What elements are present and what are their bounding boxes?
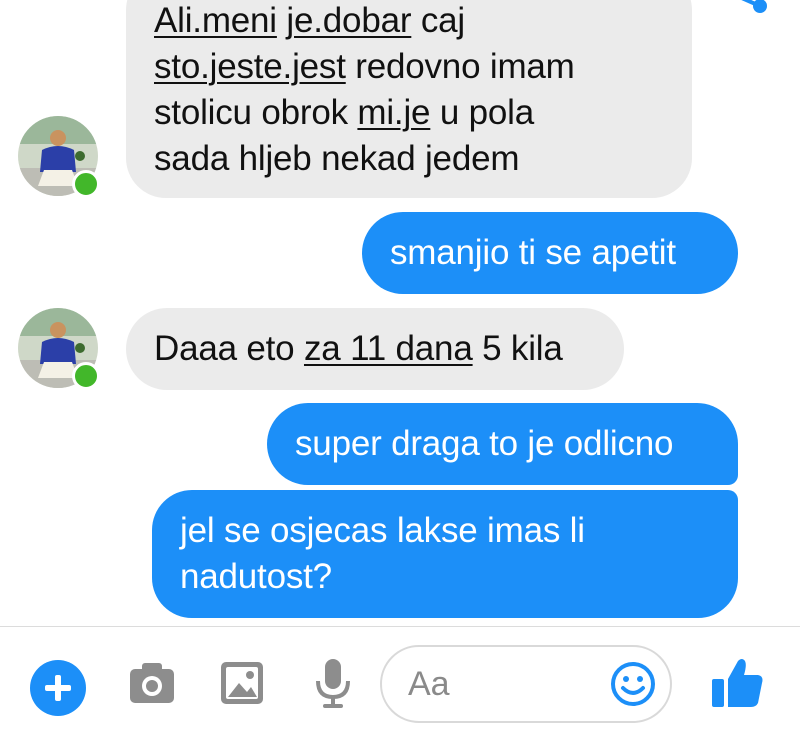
underlined-text: mi.je — [357, 93, 431, 132]
message-text: smanjio ti se apetit — [390, 233, 676, 272]
message-text: jel se osjecas lakse imas li — [180, 511, 585, 550]
message-line: smanjio ti se apetit — [390, 230, 710, 276]
message-bubble: Daaa eto za 11 dana 5 kila — [126, 308, 624, 390]
message-text: u pola — [430, 93, 534, 132]
share-icon[interactable] — [722, 0, 772, 18]
input-placeholder: Aa — [408, 665, 450, 703]
message-line: Ali.meni je.dobar caj — [154, 0, 664, 44]
message-line: sada hljeb nekad jedem — [154, 136, 664, 182]
message-line: stolicu obrok mi.je u pola — [154, 90, 664, 136]
underlined-text: Ali.meni — [154, 1, 277, 40]
thumbs-up-icon[interactable] — [710, 655, 766, 711]
message-text: stolicu obrok — [154, 93, 358, 132]
camera-icon[interactable] — [128, 661, 176, 705]
message-text — [277, 1, 287, 40]
online-status-dot — [72, 362, 100, 390]
microphone-icon[interactable] — [313, 657, 353, 709]
message-line: Daaa eto za 11 dana 5 kila — [154, 326, 596, 372]
message-text: 5 kila — [472, 329, 563, 368]
message-text: caj — [411, 1, 465, 40]
message-composer: Aa — [0, 626, 800, 743]
avatar[interactable] — [18, 116, 100, 198]
underlined-text: je.dobar — [286, 1, 412, 40]
message-bubble: jel se osjecas lakse imas li nadutost? — [152, 490, 738, 618]
image-icon[interactable] — [220, 661, 264, 705]
message-text: redovno imam — [345, 47, 575, 86]
message-line: super draga to je odlicno — [295, 421, 710, 467]
plus-icon[interactable] — [30, 660, 86, 716]
message-bubble: super draga to je odlicno — [267, 403, 738, 485]
message-line: nadutost? — [180, 554, 710, 600]
message-line: jel se osjecas lakse imas li — [180, 508, 710, 554]
underlined-text: za 11 dana — [303, 329, 473, 368]
underlined-text: sto.jeste.jest — [154, 47, 346, 86]
avatar[interactable] — [18, 308, 100, 390]
message-bubble: Ali.meni je.dobar caj sto.jeste.jest redo… — [126, 0, 692, 198]
message-text: Daaa eto — [154, 329, 304, 368]
message-text: sada hljeb nekad jedem — [154, 139, 520, 178]
message-line: sto.jeste.jest redovno imam — [154, 44, 664, 90]
message-thread: Ali.meni je.dobar caj sto.jeste.jest redo… — [0, 0, 800, 626]
message-text: super draga to je odlicno — [295, 424, 674, 463]
emoji-icon[interactable] — [610, 661, 656, 707]
message-bubble: smanjio ti se apetit — [362, 212, 738, 294]
message-text: nadutost? — [180, 557, 332, 596]
message-input[interactable]: Aa — [380, 645, 672, 723]
online-status-dot — [72, 170, 100, 198]
